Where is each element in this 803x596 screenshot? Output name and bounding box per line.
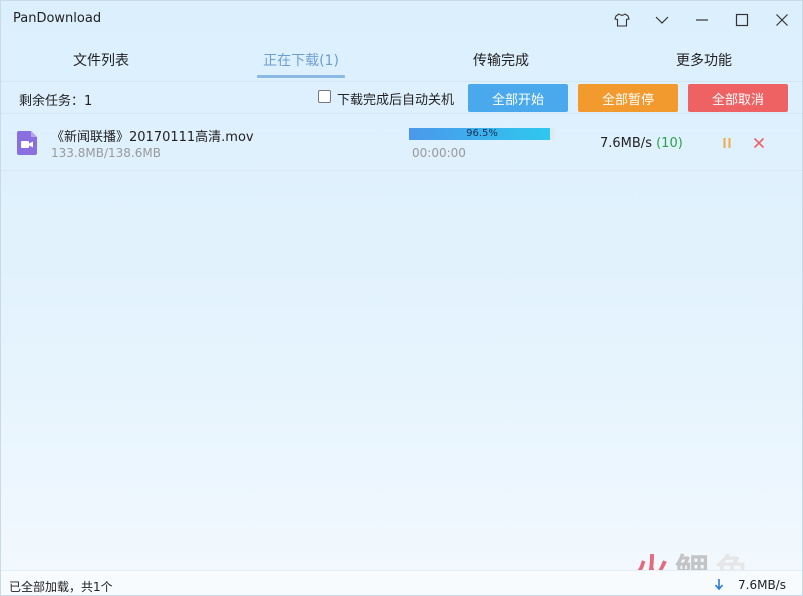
auto-shutdown-label[interactable]: 下载完成后自动关机 (337, 89, 454, 108)
elapsed-time: 00:00:00 (412, 146, 466, 160)
app-title: PanDownload (13, 11, 102, 26)
file-name: 《新闻联播》20170111高清.mov (51, 130, 254, 145)
pause-all-button[interactable]: 全部暂停 (578, 84, 678, 112)
connection-count: (10) (656, 136, 683, 151)
file-size: 133.8MB/138.6MB (51, 146, 161, 160)
download-arrow-icon (714, 579, 724, 591)
download-toolbar: 剩余任务：1 下载完成后自动关机 全部开始 全部暂停 全部取消 (1, 81, 802, 114)
tab-more-features[interactable]: 更多功能 (652, 41, 756, 79)
tab-bar: 文件列表 正在下载(1) 传输完成 更多功能 (1, 41, 802, 79)
tab-downloading[interactable]: 正在下载(1) (249, 41, 353, 79)
title-bar: PanDownload (1, 1, 802, 39)
progress-label: 96.5% (466, 128, 498, 139)
skin-button[interactable] (607, 6, 637, 34)
download-row[interactable]: 《新闻联播》20170111高清.mov 133.8MB/138.6MB 96.… (1, 115, 802, 171)
skin-icon (614, 13, 630, 27)
auto-shutdown-checkbox[interactable] (318, 90, 331, 103)
start-all-button[interactable]: 全部开始 (468, 84, 568, 112)
speed-value: 7.6MB/s (600, 136, 652, 151)
tab-completed[interactable]: 传输完成 (449, 41, 553, 79)
total-speed: 7.6MB/s (738, 578, 786, 592)
status-bar: 已全部加载，共1个 7.6MB/s (1, 570, 802, 595)
close-icon (776, 14, 788, 26)
cancel-task-icon[interactable] (753, 137, 765, 149)
progress-bar: 96.5% (409, 128, 555, 140)
minimize-icon (696, 19, 708, 21)
video-file-icon (17, 131, 37, 155)
maximize-button[interactable] (727, 6, 757, 34)
menu-button[interactable] (647, 6, 677, 34)
remaining-tasks-label: 剩余任务：1 (19, 94, 93, 109)
cancel-all-button[interactable]: 全部取消 (688, 84, 788, 112)
download-speed: 7.6MB/s (10) (600, 136, 683, 151)
pause-icon[interactable] (722, 137, 732, 149)
tab-file-list[interactable]: 文件列表 (49, 41, 153, 79)
close-window-button[interactable] (767, 6, 797, 34)
minimize-button[interactable] (687, 6, 717, 34)
status-text: 已全部加载，共1个 (9, 580, 113, 594)
app-window: PanDownload 文件列表 正在下载(1) 传输完成 更多功能 剩余任务：… (0, 0, 803, 596)
menu-chevron-icon (655, 16, 669, 24)
active-tab-indicator (257, 75, 345, 78)
maximize-icon (735, 13, 749, 27)
